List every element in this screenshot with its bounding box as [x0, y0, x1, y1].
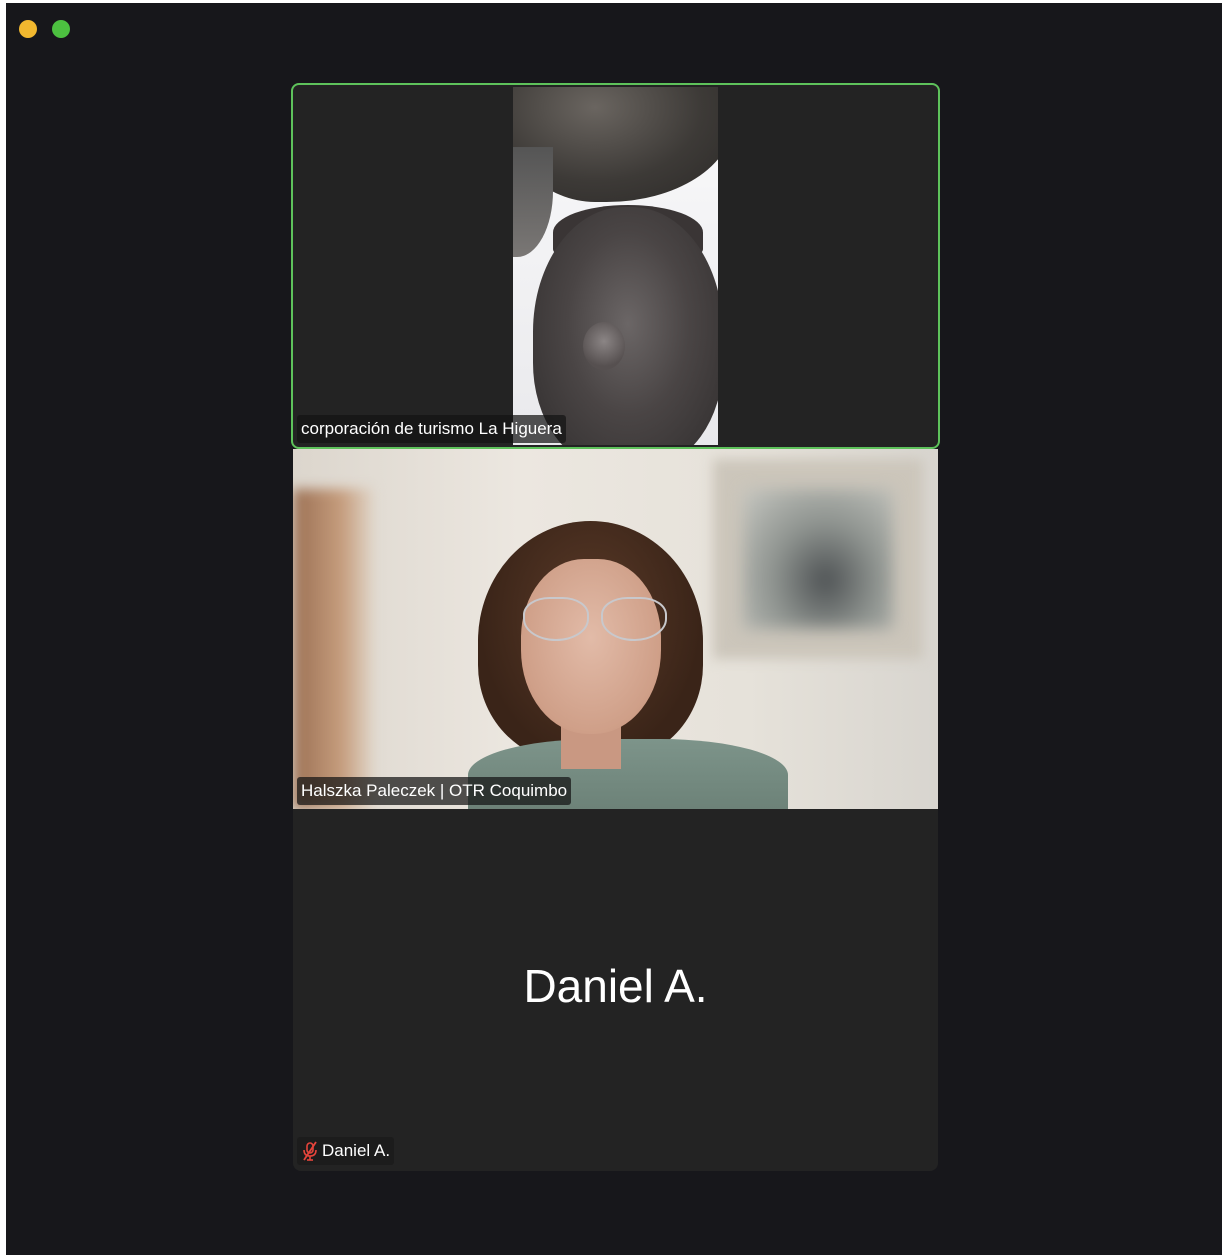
zoom-button[interactable]	[52, 20, 70, 38]
participant-name-label: corporación de turismo La Higuera	[297, 415, 566, 443]
participant-name-label: Daniel A.	[297, 1137, 395, 1165]
participant-tile-halszka[interactable]: Halszka Paleczek | OTR Coquimbo	[293, 449, 938, 809]
minimize-button[interactable]	[19, 20, 37, 38]
participant-display-name: Daniel A.	[523, 960, 708, 1012]
participant-video	[293, 449, 938, 809]
participant-name-label: Halszka Paleczek | OTR Coquimbo	[297, 777, 572, 805]
participant-tile-la-higuera[interactable]: corporación de turismo La Higuera	[291, 83, 940, 449]
participant-video	[513, 87, 718, 445]
meeting-window: corporación de turismo La Higuera Halszk…	[6, 3, 1222, 1255]
participant-tile-daniel[interactable]: Daniel A. Daniel A.	[293, 809, 938, 1171]
participant-name: corporación de turismo La Higuera	[301, 419, 562, 438]
mic-off-icon	[301, 1140, 319, 1162]
participant-name: Daniel A.	[322, 1141, 391, 1160]
participant-name: Halszka Paleczek | OTR Coquimbo	[301, 781, 568, 800]
